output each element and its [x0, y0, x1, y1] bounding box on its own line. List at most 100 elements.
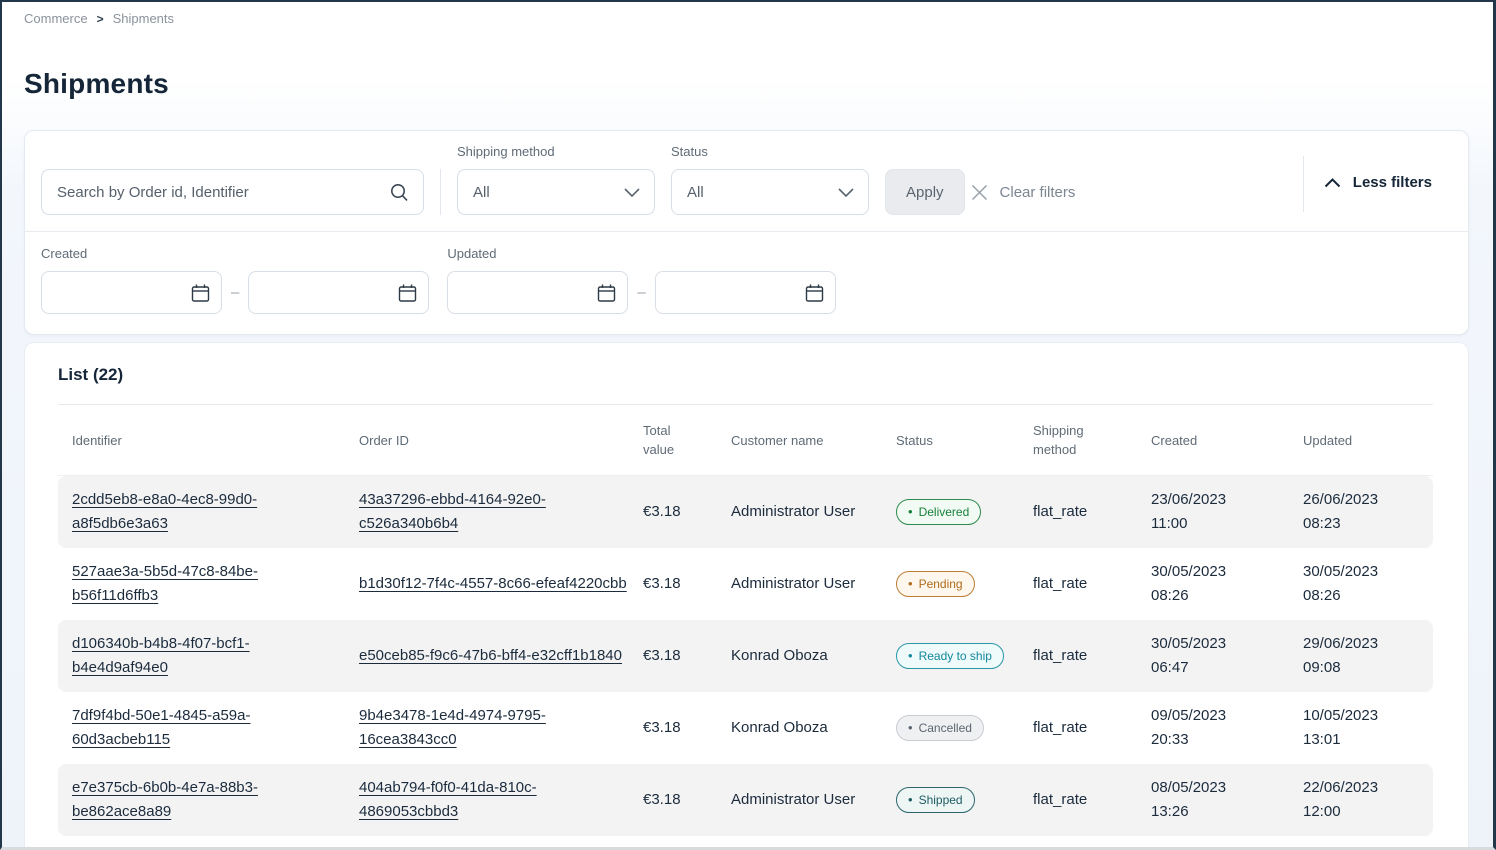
created-filter: Created –: [41, 246, 429, 314]
calendar-icon[interactable]: [805, 283, 824, 303]
created-cell: 30/05/202308:26: [1151, 549, 1303, 619]
identifier-link[interactable]: 7df9f4bd-50e1-4845-a59a-60d3acbeb115: [72, 707, 250, 748]
column-header-shipping-method: Shipping method: [1033, 421, 1151, 459]
identifier-link[interactable]: 527aae3a-5b5d-47c8-84be-b56f11d6ffb3: [72, 563, 258, 604]
total-value-cell: €3.18: [643, 633, 731, 679]
breadcrumb: Commerce > Shipments: [2, 2, 1493, 26]
status-badge-label: Shipped: [919, 794, 963, 806]
shipping-method-cell: flat_rate: [1033, 561, 1151, 607]
status-badge: • Cancelled: [896, 715, 984, 741]
search-input[interactable]: [42, 170, 423, 214]
customer-name-cell: Konrad Oboza: [731, 633, 896, 679]
identifier-link[interactable]: 2cdd5eb8-e8a0-4ec8-99d0-a8f5db6e3a63: [72, 491, 257, 532]
page: Commerce > Shipments Shipments: [0, 0, 1496, 850]
shipments-list-panel: List (22) Identifier Order ID Total valu…: [24, 342, 1469, 850]
identifier-cell: e7e375cb-6b0b-4e7a-88b3-be862ace8a89: [72, 765, 359, 835]
customer-name-cell: Administrator User: [731, 777, 896, 823]
chevron-up-icon: [1324, 178, 1341, 188]
shipping-method-value: All: [473, 184, 490, 201]
order-id-link[interactable]: 404ab794-f0f0-41da-810c-4869053cbbd3: [359, 779, 537, 820]
clear-filters-button[interactable]: Clear filters: [965, 169, 1082, 215]
status-badge: • Pending: [896, 571, 975, 597]
breadcrumb-item-shipments: Shipments: [113, 11, 174, 26]
created-cell: 08/05/202313:26: [1151, 765, 1303, 835]
updated-filter: Updated –: [447, 246, 835, 314]
status-cell: • Shipped: [896, 776, 1033, 824]
filter-divider: [1303, 156, 1304, 212]
status-badge-label: Ready to ship: [919, 650, 992, 662]
updated-cell: 30/05/202308:26: [1303, 549, 1433, 619]
total-value-cell: €3.18: [643, 777, 731, 823]
apply-button[interactable]: Apply: [885, 169, 965, 215]
search-icon[interactable]: [389, 182, 410, 203]
less-filters-toggle[interactable]: Less filters: [1320, 174, 1452, 191]
status-select[interactable]: All: [671, 169, 869, 215]
identifier-cell: 527aae3a-5b5d-47c8-84be-b56f11d6ffb3: [72, 549, 359, 619]
list-title: List (22): [58, 365, 1435, 385]
created-cell: 23/06/202311:00: [1151, 477, 1303, 547]
status-badge-label: Delivered: [919, 506, 970, 518]
column-header-order-id: Order ID: [359, 431, 643, 450]
breadcrumb-separator: >: [97, 12, 104, 26]
customer-name-cell: Administrator User: [731, 561, 896, 607]
status-filter: Status All: [671, 144, 869, 215]
total-value-cell: €3.18: [643, 489, 731, 535]
shipping-method-label: Shipping method: [457, 144, 655, 162]
shipping-method-cell: flat_rate: [1033, 489, 1151, 535]
order-id-cell: 404ab794-f0f0-41da-810c-4869053cbbd3: [359, 765, 643, 835]
order-id-link[interactable]: 9b4e3478-1e4d-4974-9795-16cea3843cc0: [359, 707, 546, 748]
order-id-link[interactable]: 43a37296-ebbd-4164-92e0-c526a340b6b4: [359, 491, 546, 532]
status-cell: • Cancelled: [896, 704, 1033, 752]
identifier-link[interactable]: d106340b-b4b8-4f07-bcf1-b4e4d9af94e0: [72, 635, 250, 676]
created-to-box: [248, 271, 429, 314]
less-filters-label: Less filters: [1353, 174, 1432, 191]
status-cell: • Pending: [896, 560, 1033, 608]
filters-date-row: Created –: [25, 231, 1468, 334]
created-cell: 09/05/202320:33: [1151, 693, 1303, 763]
column-header-customer-name: Customer name: [731, 431, 896, 450]
identifier-cell: 2cdd5eb8-e8a0-4ec8-99d0-a8f5db6e3a63: [72, 477, 359, 547]
column-header-updated: Updated: [1303, 431, 1433, 450]
updated-label: Updated: [447, 246, 835, 264]
customer-name-cell: Konrad Oboza: [731, 705, 896, 751]
updated-from-box: [447, 271, 628, 314]
order-id-cell: e50ceb85-f9c6-47b6-bff4-e32cff1b1840: [359, 633, 643, 679]
breadcrumb-item-commerce[interactable]: Commerce: [24, 11, 88, 26]
order-id-cell: 43a37296-ebbd-4164-92e0-c526a340b6b4: [359, 477, 643, 547]
order-id-cell: 9b4e3478-1e4d-4974-9795-16cea3843cc0: [359, 693, 643, 763]
identifier-cell: d106340b-b4b8-4f07-bcf1-b4e4d9af94e0: [72, 621, 359, 691]
calendar-icon[interactable]: [191, 283, 210, 303]
order-id-cell: b1d30f12-7f4c-4557-8c66-efeaf4220cbb: [359, 561, 643, 607]
column-header-status: Status: [896, 431, 1033, 450]
range-separator: –: [637, 284, 645, 301]
created-label: Created: [41, 246, 429, 264]
order-id-link[interactable]: b1d30f12-7f4c-4557-8c66-efeaf4220cbb: [359, 575, 627, 592]
status-cell: • Delivered: [896, 488, 1033, 536]
total-value-cell: €3.18: [643, 561, 731, 607]
status-value: All: [687, 184, 704, 201]
shipping-method-filter: Shipping method All: [457, 144, 655, 215]
column-header-total-value: Total value: [643, 421, 731, 459]
created-from-box: [41, 271, 222, 314]
updated-cell: 26/06/202308:23: [1303, 477, 1433, 547]
shipping-method-select[interactable]: All: [457, 169, 655, 215]
shipping-method-cell: flat_rate: [1033, 705, 1151, 751]
identifier-link[interactable]: e7e375cb-6b0b-4e7a-88b3-be862ace8a89: [72, 779, 258, 820]
total-value-cell: €3.18: [643, 705, 731, 751]
column-header-identifier: Identifier: [72, 431, 359, 450]
range-separator: –: [231, 284, 239, 301]
filter-divider: [440, 169, 441, 215]
filters-top-row: Shipping method All Status All: [25, 131, 1468, 231]
updated-cell: 22/06/202312:00: [1303, 765, 1433, 835]
chevron-down-icon: [624, 188, 640, 197]
calendar-icon[interactable]: [597, 283, 616, 303]
status-label: Status: [671, 144, 869, 162]
order-id-link[interactable]: e50ceb85-f9c6-47b6-bff4-e32cff1b1840: [359, 647, 622, 664]
x-icon: [971, 184, 988, 201]
updated-to-box: [655, 271, 836, 314]
shipping-method-cell: flat_rate: [1033, 777, 1151, 823]
status-badge: • Delivered: [896, 499, 981, 525]
calendar-icon[interactable]: [398, 283, 417, 303]
shipping-method-cell: flat_rate: [1033, 633, 1151, 679]
search-box: [41, 169, 424, 215]
